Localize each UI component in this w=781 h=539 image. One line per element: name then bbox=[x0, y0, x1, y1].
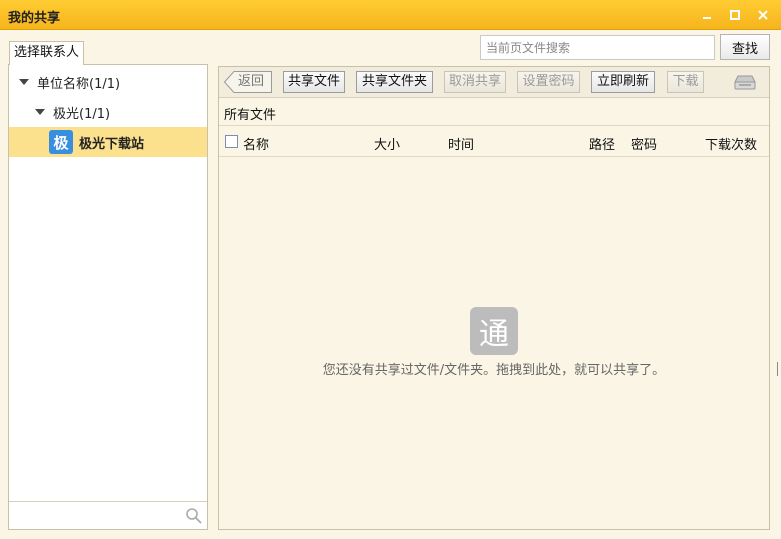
resize-handle[interactable] bbox=[777, 362, 780, 376]
column-header-path[interactable]: 路径 bbox=[589, 134, 615, 153]
tree-node-label: 单位名称(1/1) bbox=[37, 76, 121, 92]
file-search-input[interactable] bbox=[480, 35, 715, 60]
select-all-checkbox[interactable] bbox=[225, 135, 238, 148]
expand-triangle-icon[interactable] bbox=[19, 79, 29, 85]
minimize-icon bbox=[703, 17, 711, 19]
set-password-button[interactable]: 设置密码 bbox=[517, 71, 580, 93]
share-folder-button[interactable]: 共享文件夹 bbox=[356, 71, 433, 93]
column-header-download-count[interactable]: 下载次数 bbox=[705, 134, 757, 153]
tree-node-group[interactable]: 极光(1/1) bbox=[9, 97, 207, 127]
title-bar: 我的共享 bbox=[0, 0, 781, 30]
column-header-name[interactable]: 名称 bbox=[243, 134, 269, 153]
table-header: 名称 大小 时间 路径 密码 下载次数 bbox=[219, 125, 769, 157]
toolbar: 返回 共享文件 共享文件夹 取消共享 设置密码 立即刷新 下载 bbox=[219, 67, 769, 98]
tree-node-unit[interactable]: 单位名称(1/1) bbox=[9, 67, 207, 97]
empty-state-logo-icon: 通 bbox=[470, 307, 518, 355]
tree-node-contact[interactable]: 极 极光下载站 bbox=[9, 127, 207, 157]
empty-state-message: 您还没有共享过文件/文件夹。拖拽到此处，就可以共享了。 bbox=[322, 363, 666, 378]
search-button[interactable]: 查找 bbox=[720, 34, 770, 60]
maximize-button[interactable] bbox=[725, 5, 745, 25]
window-title: 我的共享 bbox=[8, 11, 61, 26]
expand-triangle-icon[interactable] bbox=[35, 109, 45, 115]
share-file-button[interactable]: 共享文件 bbox=[283, 71, 345, 93]
minimize-button[interactable] bbox=[697, 5, 717, 25]
close-icon bbox=[758, 10, 768, 20]
breadcrumb[interactable]: 所有文件 bbox=[224, 104, 276, 123]
contact-search-bar bbox=[9, 501, 207, 529]
contact-avatar-icon: 极 bbox=[49, 130, 73, 154]
contact-search-input[interactable] bbox=[9, 502, 179, 529]
maximize-icon bbox=[730, 10, 740, 20]
column-header-size[interactable]: 大小 bbox=[374, 134, 400, 153]
close-button[interactable] bbox=[753, 5, 773, 25]
column-header-password[interactable]: 密码 bbox=[631, 134, 657, 153]
back-label: 返回 bbox=[238, 74, 265, 89]
tree-node-label: 极光(1/1) bbox=[53, 106, 111, 122]
tab-select-contact[interactable]: 选择联系人 bbox=[9, 41, 84, 65]
tree-node-label: 极光下载站 bbox=[79, 136, 145, 152]
refresh-button[interactable]: 立即刷新 bbox=[591, 71, 655, 93]
file-panel: 返回 共享文件 共享文件夹 取消共享 设置密码 立即刷新 下载 所有文件 名称 … bbox=[218, 66, 770, 530]
back-button[interactable]: 返回 bbox=[224, 71, 272, 93]
cancel-share-button[interactable]: 取消共享 bbox=[444, 71, 506, 93]
contact-tree-panel: 单位名称(1/1) 极光(1/1) 极 极光下载站 bbox=[8, 64, 208, 530]
printer-icon[interactable] bbox=[733, 73, 757, 91]
search-icon[interactable] bbox=[185, 507, 203, 525]
download-button[interactable]: 下载 bbox=[667, 71, 704, 93]
column-header-time[interactable]: 时间 bbox=[448, 134, 474, 153]
